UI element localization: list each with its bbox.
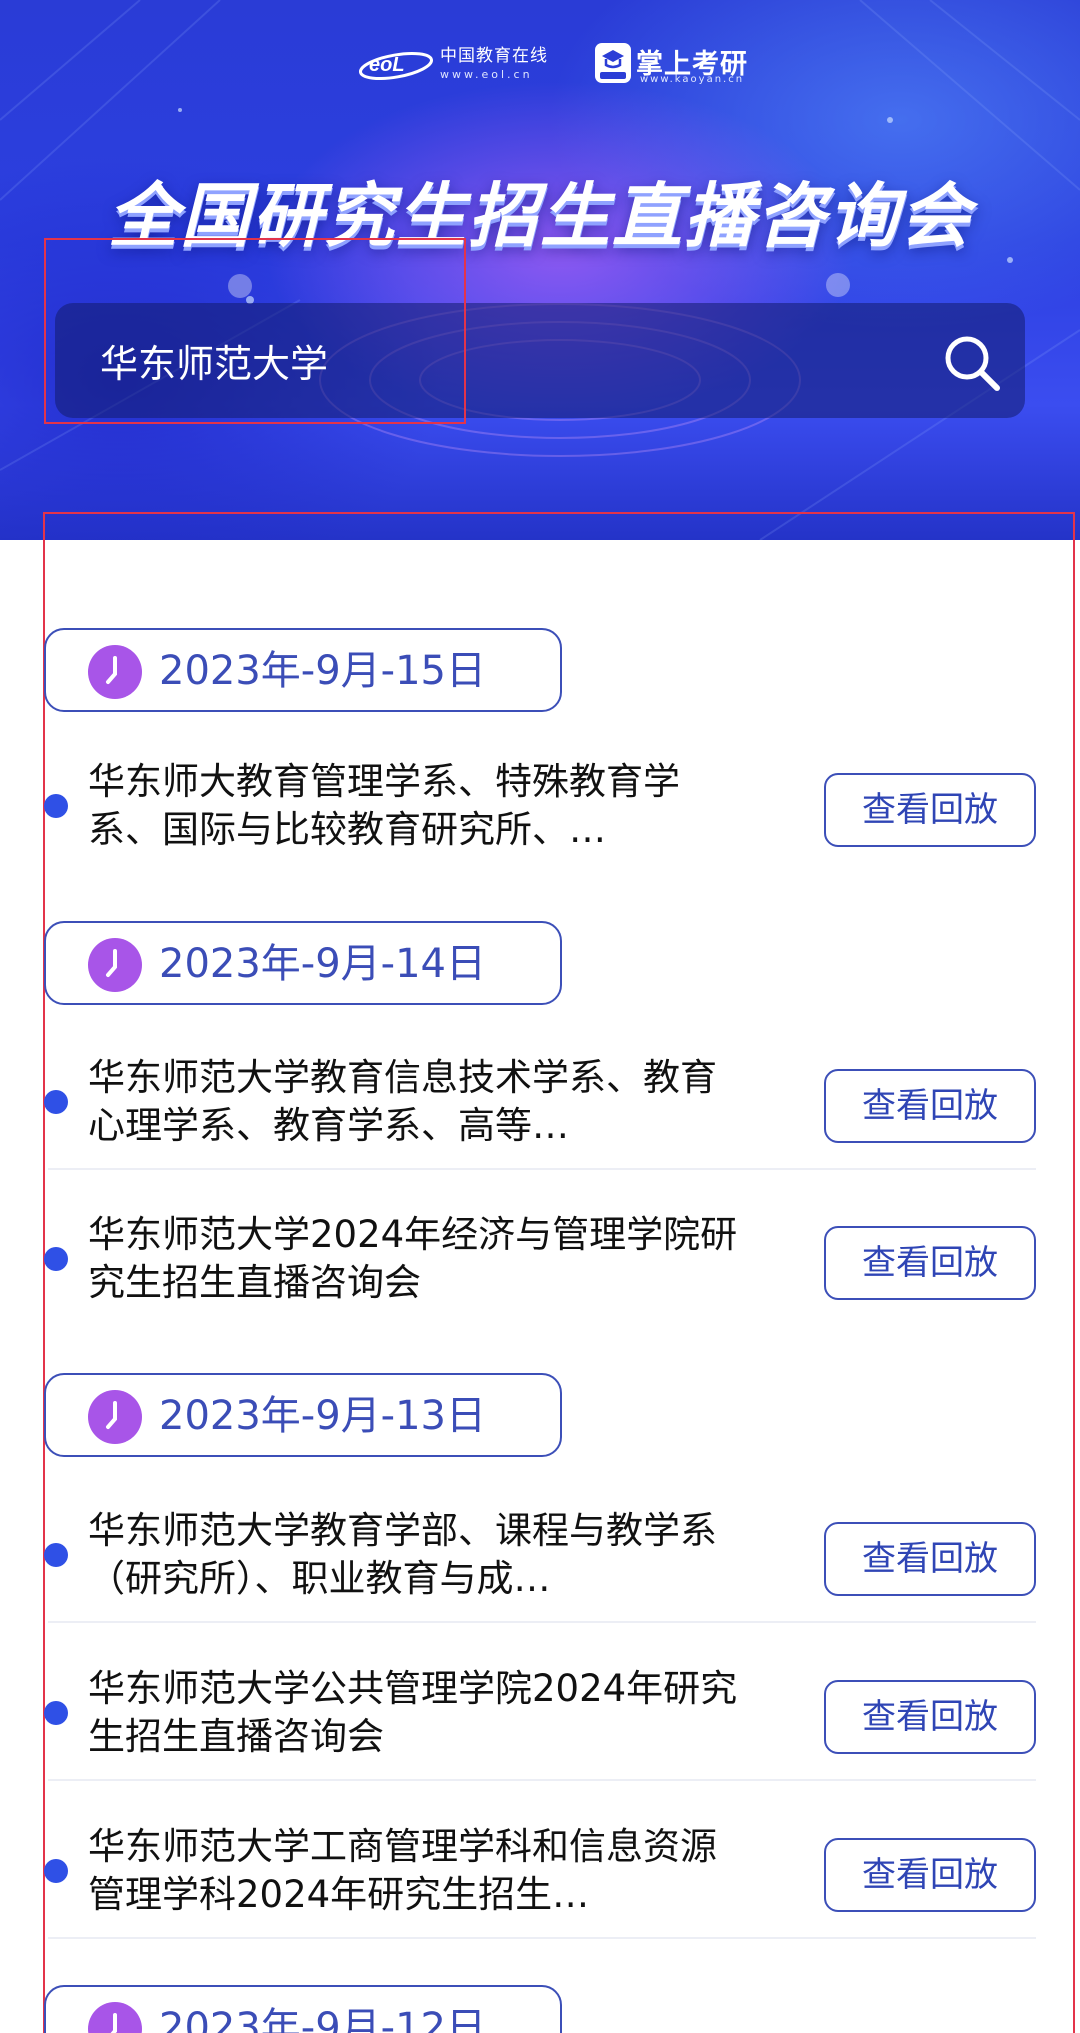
date-text: 2023年-9月-14日 bbox=[159, 941, 487, 987]
view-replay-button[interactable]: 查看回放 bbox=[824, 1069, 1036, 1143]
date-header: 2023年-9月-15日 bbox=[44, 628, 562, 712]
clock-icon bbox=[88, 2002, 142, 2033]
list-item: 华东师范大学教育学部、课程与教学系（研究所）、职业教育与成… 查看回放 bbox=[44, 1485, 1036, 1623]
date-text: 2023年-9月-12日 bbox=[159, 2005, 487, 2033]
bullet-dot bbox=[44, 1701, 68, 1725]
svg-text:eoL: eoL bbox=[369, 54, 405, 76]
search-input[interactable] bbox=[100, 335, 860, 385]
kaoyan-logo-url: www.kaoyan.cn bbox=[640, 74, 745, 85]
date-header: 2023年-9月-14日 bbox=[44, 921, 562, 1005]
bullet-dot bbox=[44, 794, 68, 818]
date-header: 2023年-9月-12日 bbox=[44, 1985, 562, 2033]
search-icon[interactable] bbox=[940, 331, 1004, 395]
clock-icon bbox=[88, 938, 142, 992]
session-title[interactable]: 华东师范大学工商管理学科和信息资源管理学科2024年研究生招生… bbox=[88, 1823, 748, 1919]
eol-logo-text: 中国教育在线 bbox=[440, 46, 548, 66]
view-replay-button[interactable]: 查看回放 bbox=[824, 773, 1036, 847]
list-item: 华东师范大学教育信息技术学系、教育心理学系、教育学系、高等… 查看回放 bbox=[44, 1032, 1036, 1170]
list-item: 华东师范大学公共管理学院2024年研究生招生直播咨询会 查看回放 bbox=[44, 1643, 1036, 1781]
list-item: 华东师范大学工商管理学科和信息资源管理学科2024年研究生招生… 查看回放 bbox=[44, 1801, 1036, 1939]
date-header: 2023年-9月-13日 bbox=[44, 1373, 562, 1457]
bullet-dot bbox=[44, 1543, 68, 1567]
page-title: 全国研究生招生直播咨询会 bbox=[108, 175, 972, 257]
view-replay-button[interactable]: 查看回放 bbox=[824, 1680, 1036, 1754]
date-text: 2023年-9月-15日 bbox=[159, 648, 487, 694]
header-banner: eoL 中国教育在线 www.eol.cn 掌上考研 www.kaoyan.cn… bbox=[0, 0, 1080, 540]
view-replay-button[interactable]: 查看回放 bbox=[824, 1226, 1036, 1300]
bullet-dot bbox=[44, 1090, 68, 1114]
session-title[interactable]: 华东师范大学教育信息技术学系、教育心理学系、教育学系、高等… bbox=[88, 1054, 748, 1150]
bullet-dot bbox=[44, 1859, 68, 1883]
eol-logo-url: www.eol.cn bbox=[440, 68, 533, 81]
clock-icon bbox=[88, 1390, 142, 1444]
session-title[interactable]: 华东师大教育管理学系、特殊教育学系、国际与比较教育研究所、… bbox=[88, 758, 748, 854]
date-text: 2023年-9月-13日 bbox=[159, 1393, 487, 1439]
eol-logo-icon: eoL bbox=[358, 51, 434, 81]
list-item: 华东师范大学2024年经济与管理学院研究生招生直播咨询会 查看回放 bbox=[44, 1189, 1036, 1327]
list-item: 华东师大教育管理学系、特殊教育学系、国际与比较教育研究所、… 查看回放 bbox=[44, 736, 1036, 874]
clock-icon bbox=[88, 645, 142, 699]
view-replay-button[interactable]: 查看回放 bbox=[824, 1838, 1036, 1912]
bullet-dot bbox=[44, 1247, 68, 1271]
session-title[interactable]: 华东师范大学教育学部、课程与教学系（研究所）、职业教育与成… bbox=[88, 1507, 748, 1603]
view-replay-button[interactable]: 查看回放 bbox=[824, 1522, 1036, 1596]
session-title[interactable]: 华东师范大学公共管理学院2024年研究生招生直播咨询会 bbox=[88, 1665, 748, 1761]
kaoyan-logo-icon bbox=[595, 43, 631, 83]
search-bar bbox=[55, 303, 1025, 418]
session-title[interactable]: 华东师范大学2024年经济与管理学院研究生招生直播咨询会 bbox=[88, 1211, 748, 1307]
